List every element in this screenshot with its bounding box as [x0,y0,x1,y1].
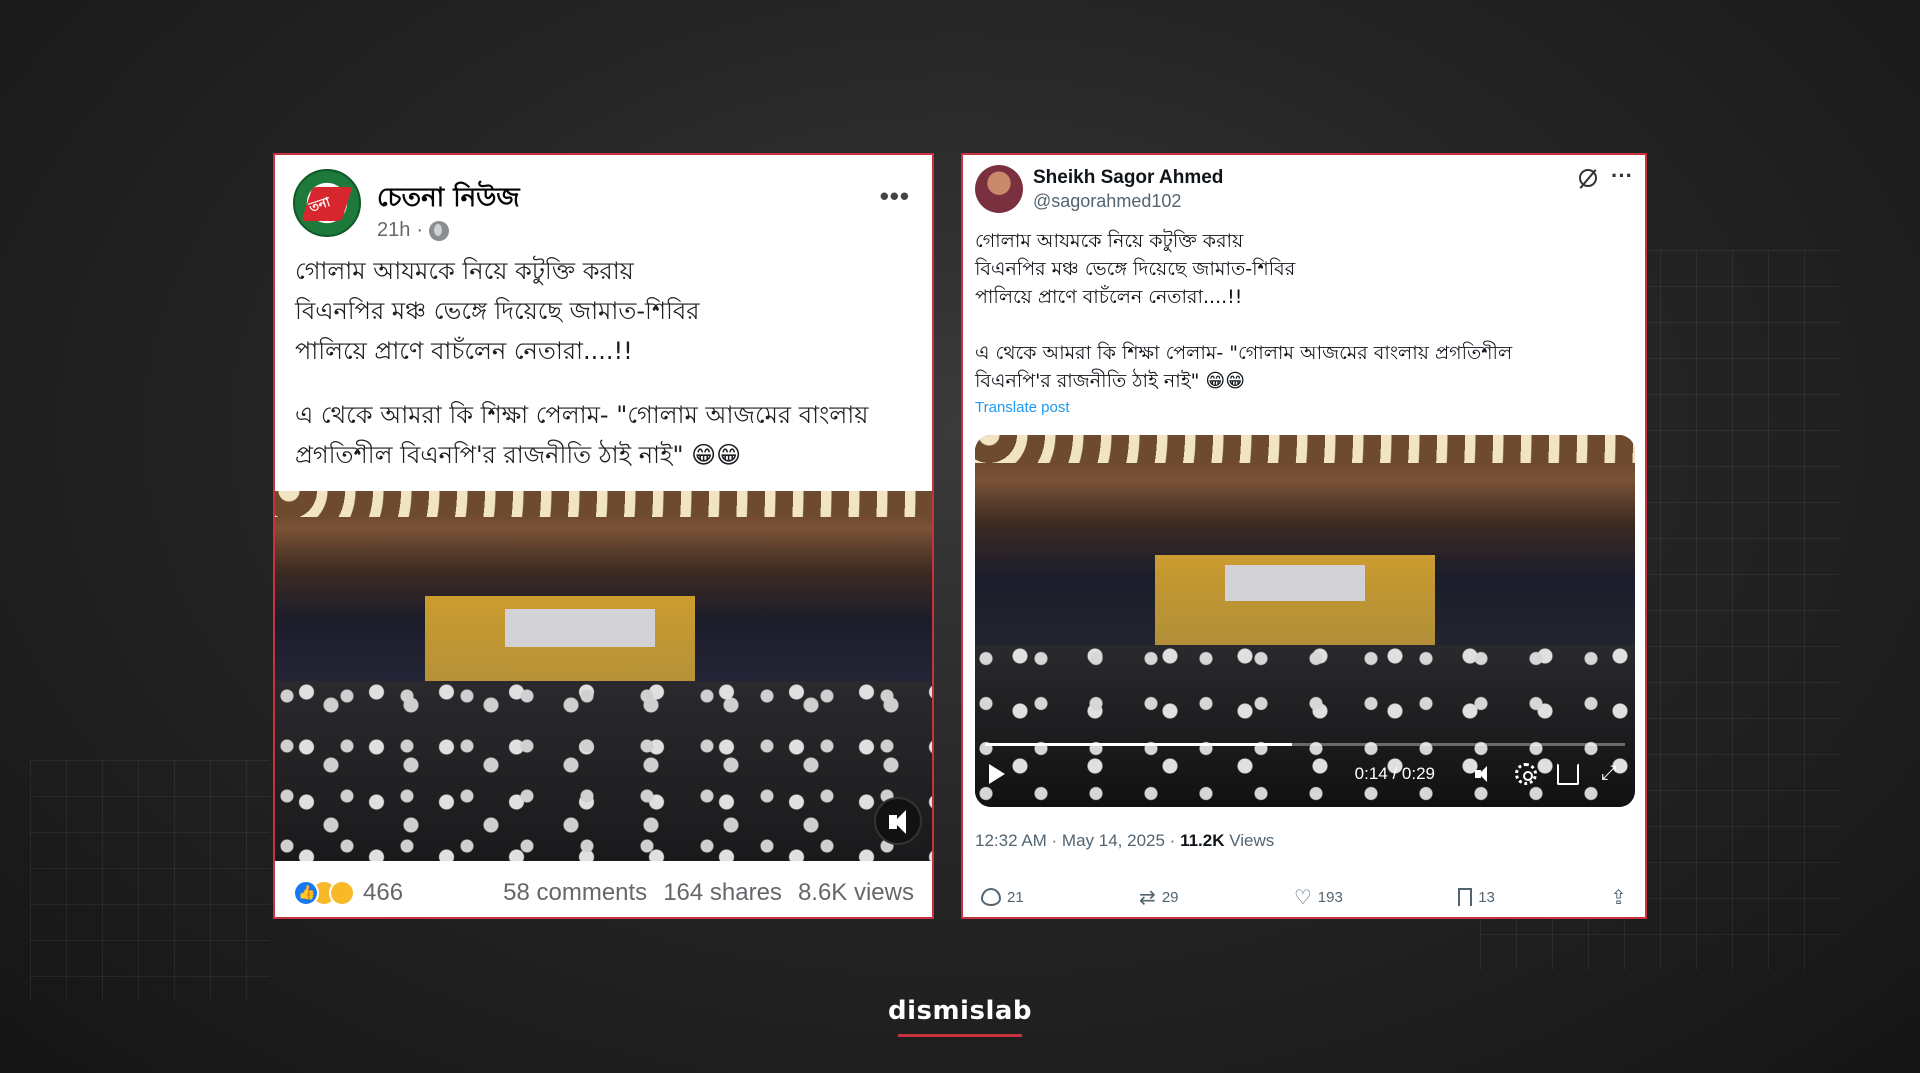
repost-icon: ⇄ [1139,885,1156,909]
video-crowd [275,681,932,861]
post-footer: 466 58 comments 164 shares 8.6K views [293,873,914,913]
post-line: গোলাম আযমকে নিয়ে কটুক্তি করায় [295,257,634,285]
post-line: বিএনপির মঞ্চ ভেঙ্গে দিয়েছে জামাত-শিবির [295,297,700,325]
bookmark-button[interactable]: 13 [1458,888,1495,912]
page-avatar[interactable]: তনা [293,169,361,237]
post-video[interactable]: 0:14 / 0:29 [975,435,1635,807]
video-progress-fill [985,743,1293,746]
facebook-post-card: তনা চেতনা নিউজ 21h · ••• গোলাম আযমকে নিয… [273,153,934,919]
video-banner [505,609,655,647]
watermark-logo: dismislab [887,996,1033,1026]
bookmark-icon [1458,888,1473,912]
post-meta: 21h · [377,219,450,242]
wow-reaction-icon [329,880,355,906]
post-line: পালিয়ে প্রাণে বাচঁলেন নেতারা....!! [975,286,1243,308]
user-handle[interactable]: @sagorahmed102 [1033,191,1181,212]
video-banner [1225,565,1365,601]
more-options-icon[interactable]: ··· [1611,163,1633,189]
sound-toggle-button[interactable] [874,797,922,845]
reply-icon [981,888,1001,906]
video-canopy [275,491,932,517]
fullscreen-icon[interactable] [1599,760,1621,785]
views-count: 11.2K [1180,831,1225,850]
post-line: পালিয়ে প্রাণে বাচঁলেন নেতারা....!! [295,337,633,365]
watermark-underline [898,1034,1022,1037]
post-line: এ থেকে আমরা কি শিক্ষা পেলাম- "গোলাম আজমে… [975,342,1513,364]
repost-button[interactable]: ⇄ 29 [1139,885,1178,909]
settings-icon[interactable] [1515,763,1537,785]
like-count: 193 [1317,888,1343,906]
share-button[interactable]: ⇪ [1610,885,1627,909]
background-grid-left [30,760,270,1000]
post-line: এ থেকে আমরা কি শিক্ষা পেলাম- "গোলাম আজমে… [295,401,869,429]
post-time[interactable]: 21h [377,219,410,242]
heart-icon: ♡ [1293,885,1312,909]
post-text: গোলাম আযমকে নিয়ে কটুক্তি করায় বিএনপির … [295,251,915,475]
repost-count: 29 [1161,888,1179,906]
like-reaction-icon [293,880,319,906]
post-line: বিএনপির মঞ্চ ভেঙ্গে দিয়েছে জামাত-শিবির [975,258,1296,280]
post-stats: 58 comments 164 shares 8.6K views [503,879,914,907]
facebook-post-header: তনা চেতনা নিউজ 21h · ••• [293,169,914,242]
post-line: বিএনপি'র রাজনীতি ঠাই নাই" 😁😁 [975,370,1246,392]
translate-post-link[interactable]: Translate post [975,399,1070,416]
display-name[interactable]: Sheikh Sagor Ahmed [1033,167,1223,189]
reply-button[interactable]: 21 [981,888,1024,906]
bookmark-count: 13 [1478,888,1495,906]
more-options-icon[interactable]: ••• [880,181,910,212]
volume-icon[interactable] [1473,763,1495,785]
reaction-count[interactable]: 466 [363,879,403,907]
play-icon[interactable] [989,764,1005,784]
share-icon: ⇪ [1610,885,1627,909]
user-avatar[interactable] [975,165,1023,213]
views-label: Views [1229,831,1275,850]
video-progress-bar[interactable] [985,743,1625,746]
grok-icon[interactable] [1579,169,1597,187]
comments-count[interactable]: 58 comments [503,879,647,907]
video-time: 0:14 / 0:29 [1354,764,1435,783]
like-button[interactable]: ♡ 193 [1294,885,1343,909]
post-line: গোলাম আযমকে নিয়ে কটুক্তি করায় [975,230,1244,252]
timestamp-text[interactable]: 12:32 AM · May 14, 2025 · [975,831,1175,850]
reactions[interactable]: 466 [293,879,403,907]
post-timestamp: 12:32 AM · May 14, 2025 · 11.2K Views [975,831,1274,851]
post-line: প্রগতিশীল বিএনপি'র রাজনীতি ঠাই নাই" 😁😁 [295,441,742,469]
video-canopy [975,435,1635,463]
meta-separator: · [416,219,424,241]
post-actions: 21 ⇄ 29 ♡ 193 13 ⇪ [981,885,1627,912]
post-video[interactable] [275,491,932,861]
globe-icon [429,220,450,241]
pip-icon[interactable] [1557,763,1579,785]
shares-count[interactable]: 164 shares [663,879,782,907]
views-count: 8.6K views [797,879,914,906]
reply-count: 21 [1007,888,1024,906]
post-text: গোলাম আযমকে নিয়ে কটুক্তি করায় বিএনপির … [975,227,1635,395]
x-post-card: Sheikh Sagor Ahmed @sagorahmed102 ··· গো… [961,153,1647,919]
page-name[interactable]: চেতনা নিউজ [377,177,520,221]
video-controls: 0:14 / 0:29 [989,757,1621,791]
